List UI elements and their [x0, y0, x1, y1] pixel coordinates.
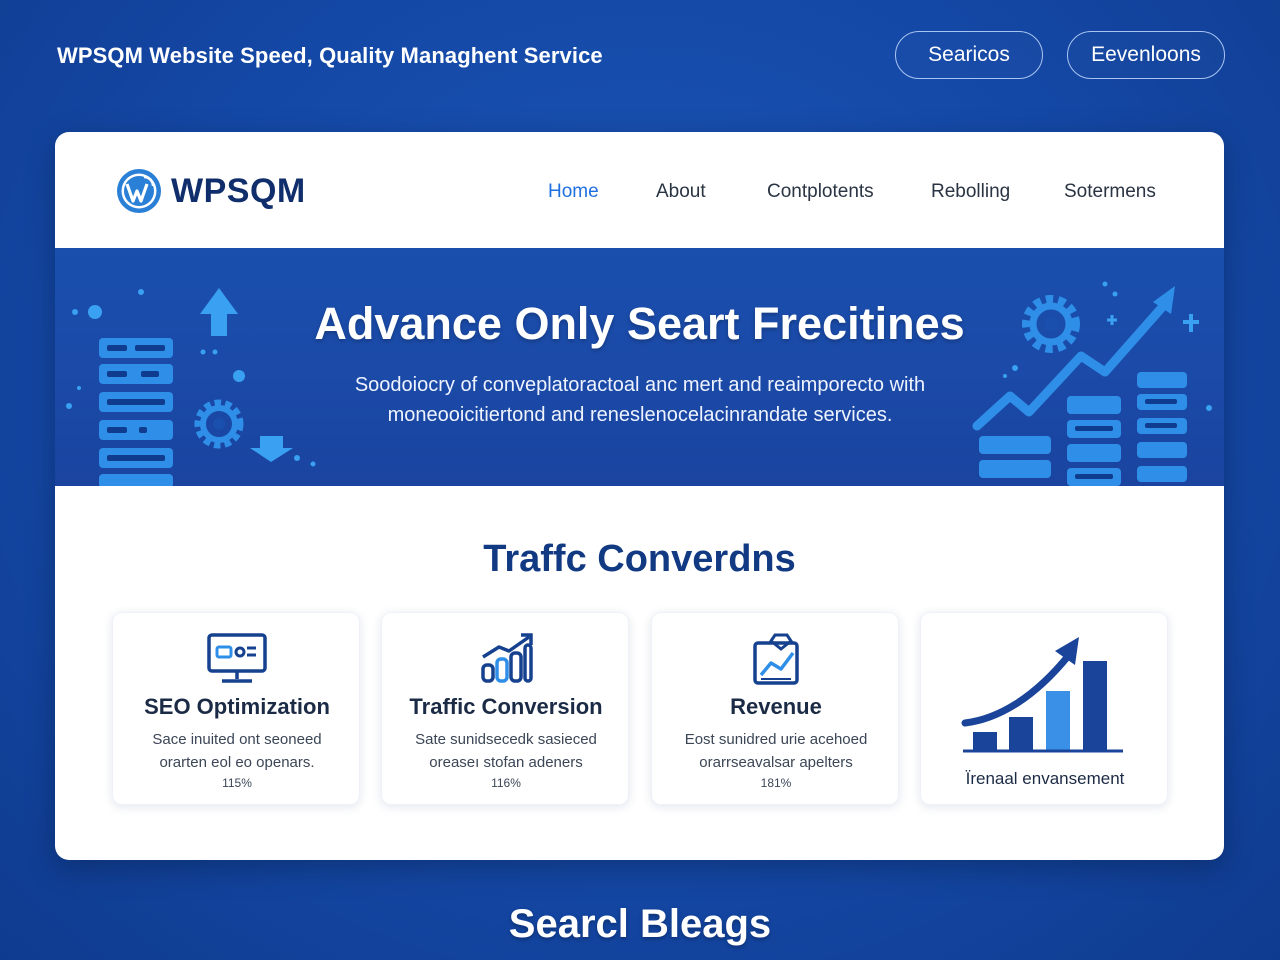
feature-title: Revenue: [730, 694, 822, 719]
feature-stat: 116%: [491, 776, 521, 790]
feature-description: Sace inuited ont seoneed orarten eol eo …: [152, 731, 322, 771]
feature-title: Traffic Conversion: [409, 694, 603, 719]
site-title: WPSQM Website Speed, Quality Managhent S…: [57, 43, 603, 68]
bottom-heading: Searcl Bleags: [508, 902, 772, 946]
logo-text: WPSQM: [171, 171, 306, 210]
feature-stat: 181%: [760, 776, 792, 790]
website-card: WPSQM Home About Contplotents Rebolling …: [55, 132, 1224, 860]
hero-subtitle: Soodoiocry of conveplatoractoal anc mert…: [354, 374, 926, 426]
feature-card-trend[interactable]: Ïrenaal envansement: [920, 612, 1168, 805]
section-title: Traffc Converdns: [483, 538, 796, 580]
site-navbar: WPSQM Home About Contplotents Rebolling …: [55, 132, 1224, 248]
feature-title: SEO Optimization: [144, 694, 330, 719]
nav-statements[interactable]: Sotermens: [1064, 181, 1156, 203]
server-stack-icon: [66, 288, 316, 486]
nav-about[interactable]: About: [656, 181, 706, 203]
revenue-chart-icon: [753, 633, 799, 685]
seo-monitor-icon: [207, 633, 267, 683]
hero-title: Advance Only Seart Frecitines: [314, 298, 965, 349]
logo[interactable]: WPSQM: [115, 167, 306, 215]
feature-description: Eost sunidred urie acehoed orarrseavalsa…: [684, 731, 868, 771]
services-button[interactable]: Searicos: [895, 31, 1043, 79]
feature-description: Sate sunidsecedk sasieced oreaseı stofan…: [415, 731, 597, 771]
feature-card-traffic[interactable]: Traffic Conversion Sate sunidsecedk sasi…: [381, 612, 629, 805]
evaluations-button[interactable]: Eevenloons: [1067, 31, 1225, 79]
nav-home[interactable]: Home: [548, 181, 599, 203]
nav-components[interactable]: Contplotents: [767, 181, 874, 203]
growth-arrow-icon: [972, 281, 1212, 486]
hero-banner: Advance Only Seart Frecitines Soodoiocry…: [55, 248, 1224, 486]
feature-stat: 115%: [222, 776, 252, 790]
growth-chart-icon: [961, 637, 1123, 753]
bar-growth-icon: [481, 633, 533, 683]
feature-caption: Ïrenaal envansement: [965, 769, 1125, 788]
feature-card-seo[interactable]: SEO Optimization Sace inuited ont seonee…: [112, 612, 360, 805]
nav-rebolling[interactable]: Rebolling: [931, 181, 1010, 203]
top-bar: WPSQM Website Speed, Quality Managhent S…: [0, 0, 1280, 112]
wordpress-logo-icon: [117, 169, 161, 213]
feature-card-revenue[interactable]: Revenue Eost sunidred urie acehoed orarr…: [651, 612, 899, 805]
